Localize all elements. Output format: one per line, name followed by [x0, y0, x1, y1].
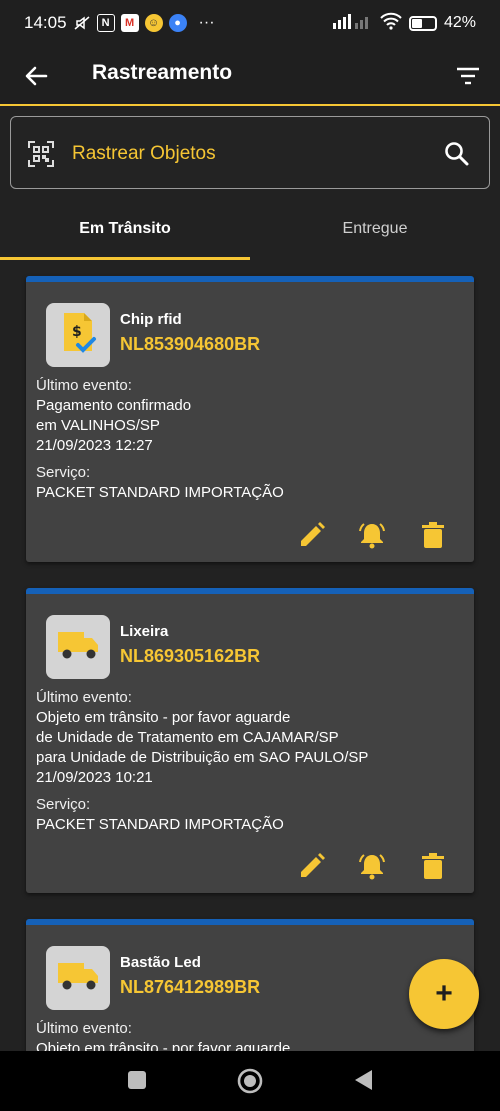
tab-bar: Em Trânsito Entregue — [0, 200, 500, 260]
gmail-icon: M — [120, 14, 139, 32]
home-icon[interactable] — [236, 1067, 264, 1095]
filter-icon[interactable] — [454, 62, 482, 90]
tracking-code: NL869305162BR — [120, 646, 261, 666]
system-nav-bar — [0, 1051, 500, 1111]
search-placeholder: Rastrear Objetos — [72, 143, 216, 164]
system-back-icon[interactable] — [352, 1068, 374, 1092]
notification-bell-icon[interactable] — [357, 520, 387, 550]
back-arrow-icon[interactable] — [22, 62, 50, 90]
package-thumbnail — [46, 615, 110, 679]
qr-scan-icon[interactable] — [27, 140, 55, 168]
event-line: em VALINHOS/SP — [36, 417, 160, 434]
package-name: Lixeira — [120, 623, 169, 640]
notification-bell-icon[interactable] — [357, 851, 387, 881]
page-title: Rastreamento — [92, 61, 233, 84]
wifi-icon — [380, 12, 402, 35]
service-label: Serviço: — [36, 464, 91, 481]
plus-icon: + — [435, 977, 453, 1010]
event-line: de Unidade de Tratamento em CAJAMAR/SP — [36, 729, 339, 746]
payment-confirmed-icon: $ — [58, 311, 98, 360]
package-name: Chip rfid — [120, 311, 182, 328]
event-date: 21/09/2023 10:21 — [36, 769, 153, 786]
package-card[interactable]: Lixeira NL869305162BR Último evento: Obj… — [26, 588, 474, 893]
status-bar: 14:05 N M ☺ ● ··· 42% — [0, 0, 500, 46]
last-event-label: Último evento: — [36, 1020, 132, 1037]
service-label: Serviço: — [36, 796, 91, 813]
app-bar: Rastreamento — [0, 46, 500, 106]
battery-icon — [408, 15, 437, 31]
more-notifications: ··· — [198, 14, 215, 31]
nfc-icon: N — [96, 14, 115, 32]
tab-em-transito[interactable]: Em Trânsito — [0, 200, 250, 260]
account-icon: ● — [168, 14, 187, 32]
svg-text:$: $ — [72, 324, 82, 340]
delete-icon[interactable] — [418, 851, 448, 881]
last-event-label: Último evento: — [36, 689, 132, 706]
recents-icon[interactable] — [128, 1071, 146, 1089]
event-line: Objeto em trânsito - por favor aguarde — [36, 709, 291, 726]
truck-icon — [56, 628, 100, 667]
event-line: Pagamento confirmado — [36, 397, 192, 414]
mute-icon — [73, 14, 91, 32]
event-date: 21/09/2023 12:27 — [36, 437, 153, 454]
edit-icon[interactable] — [297, 520, 327, 550]
battery-percent: 42% — [443, 14, 476, 31]
package-card[interactable]: $ Chip rfid NL853904680BR Último evento:… — [26, 276, 474, 562]
delete-icon[interactable] — [418, 520, 448, 550]
active-tab-indicator — [0, 257, 250, 260]
add-package-button[interactable]: + — [409, 959, 479, 1029]
package-name: Bastão Led — [120, 954, 201, 971]
event-line: para Unidade de Distribuição em SAO PAUL… — [36, 749, 369, 766]
service-value: PACKET STANDARD IMPORTAÇÃO — [36, 816, 284, 833]
status-time: 14:05 — [24, 13, 67, 32]
edit-icon[interactable] — [297, 851, 327, 881]
service-value: PACKET STANDARD IMPORTAÇÃO — [36, 484, 284, 501]
tracking-code: NL876412989BR — [120, 977, 261, 997]
search-icon[interactable] — [443, 140, 471, 168]
emoji-app-icon: ☺ — [144, 14, 163, 32]
tab-entregue[interactable]: Entregue — [250, 200, 500, 260]
package-thumbnail: $ — [46, 303, 110, 367]
package-thumbnail — [46, 946, 110, 1010]
truck-icon — [56, 959, 100, 998]
tracking-code: NL853904680BR — [120, 334, 261, 354]
last-event-label: Último evento: — [36, 377, 132, 394]
notification-icons: N M ☺ ● ··· — [73, 14, 215, 32]
signal-icon — [332, 13, 373, 34]
track-objects-search[interactable]: Rastrear Objetos — [10, 116, 490, 189]
